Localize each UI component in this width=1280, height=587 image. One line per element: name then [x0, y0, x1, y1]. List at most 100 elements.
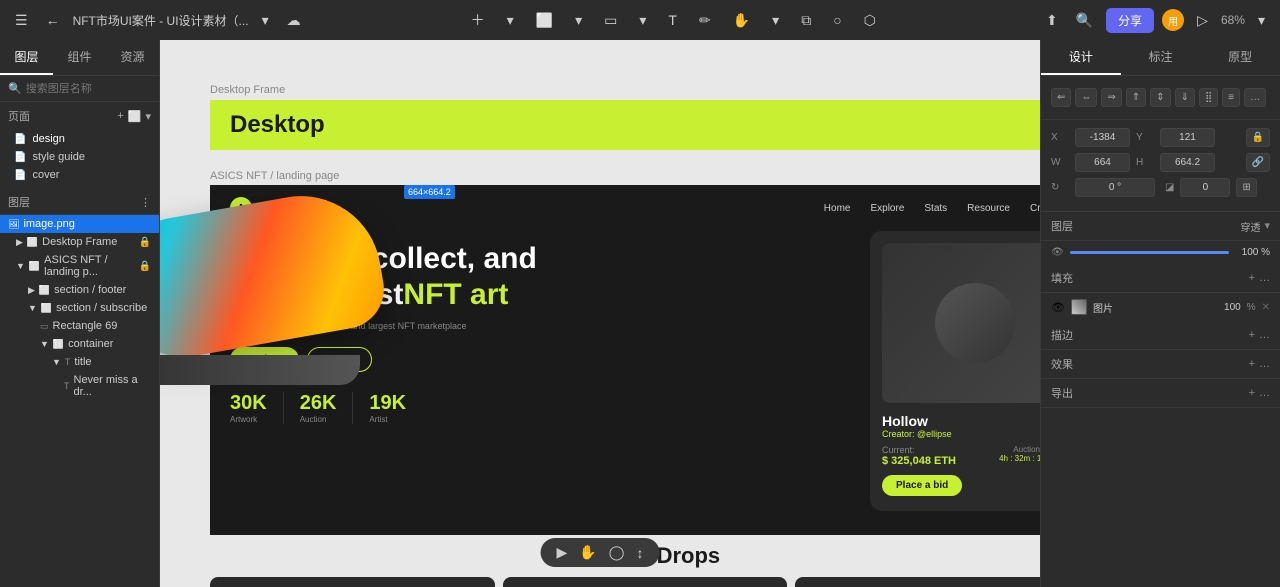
- avatar-icon[interactable]: 用: [1162, 9, 1184, 31]
- nav-resource[interactable]: Resource: [967, 203, 1010, 214]
- notable-card-1: Auction ends in: [210, 577, 495, 587]
- distribute-v-btn[interactable]: ≡: [1222, 88, 1240, 107]
- cursor-tool-btn[interactable]: ▶: [557, 544, 568, 561]
- corner-options-btn[interactable]: ⊞: [1236, 178, 1256, 197]
- nav-explore[interactable]: Explore: [870, 203, 904, 214]
- chevron-down-icon4[interactable]: ▾: [634, 9, 651, 32]
- layer-rect69[interactable]: ▭ Rectangle 69: [0, 317, 159, 335]
- pen-icon[interactable]: ✏: [694, 9, 716, 32]
- page-view-icon[interactable]: ⬜: [128, 110, 142, 123]
- circle-icon[interactable]: ○: [828, 9, 846, 31]
- layer-frame2-icon: ⬜: [29, 261, 40, 272]
- h-input[interactable]: [1160, 153, 1215, 172]
- align-center-btn[interactable]: ⇔: [1075, 88, 1097, 107]
- frame-icon[interactable]: ⬜: [531, 9, 558, 32]
- play-icon[interactable]: ▷: [1192, 9, 1213, 32]
- nav-home[interactable]: Home: [824, 203, 851, 214]
- layer-dropdown-icon[interactable]: ▾: [1264, 219, 1270, 234]
- layer-section-footer[interactable]: ▶ ⬜ section / footer: [0, 281, 159, 299]
- nft-auction-ends: Auction ends in 4h : 32m : 16s (left): [999, 445, 1040, 463]
- w-input[interactable]: [1075, 153, 1130, 172]
- zoom-chevron-icon[interactable]: ▾: [1253, 9, 1270, 32]
- layer-desktop-frame[interactable]: ▶ ⬜ Desktop Frame 🔒: [0, 233, 159, 251]
- tab-resources[interactable]: 资源: [106, 40, 159, 75]
- more-tool-btn[interactable]: ↕: [636, 545, 643, 561]
- border-options-icon[interactable]: …: [1259, 329, 1270, 341]
- export-options-icon[interactable]: …: [1259, 387, 1270, 399]
- h-label: H: [1136, 157, 1154, 168]
- layer-section-title: 图层: [1051, 218, 1073, 234]
- layer-never-miss[interactable]: T Never miss a dr...: [0, 371, 159, 401]
- hand-tool-btn[interactable]: ✋: [579, 544, 596, 561]
- page-cover[interactable]: 📄 cover: [8, 166, 151, 184]
- tab-design[interactable]: 设计: [1041, 40, 1121, 75]
- tab-prototype[interactable]: 原型: [1200, 40, 1280, 75]
- comment-tool-btn[interactable]: ◯: [609, 544, 625, 561]
- hand-icon[interactable]: ✋: [728, 9, 755, 32]
- nav-create[interactable]: Create: [1030, 203, 1040, 214]
- align-top-btn[interactable]: ⇑: [1126, 88, 1146, 107]
- pages-section: 页面 + ⬜ ▾ 📄 design 📄 style guide 📄 cover: [0, 102, 159, 190]
- align-bottom-btn[interactable]: ⇓: [1175, 88, 1195, 107]
- more-align-btn[interactable]: …: [1244, 88, 1266, 107]
- opacity-slider[interactable]: [1070, 251, 1229, 254]
- desktop-frame: Desktop: [210, 100, 1040, 150]
- rect-icon[interactable]: ▭: [599, 9, 622, 32]
- layer-asics-nft[interactable]: ▼ ⬜ ASICS NFT / landing p... 🔒: [0, 251, 159, 281]
- text-icon[interactable]: T: [663, 9, 682, 31]
- back-icon[interactable]: ←: [41, 9, 65, 31]
- page-design[interactable]: 📄 design: [8, 130, 151, 148]
- constraint-btn[interactable]: 🔒: [1246, 128, 1270, 147]
- layer-section-header: 图层 穿透 ▾: [1041, 212, 1280, 241]
- tab-layers[interactable]: 图层: [0, 40, 53, 75]
- border-title: 描边: [1051, 327, 1073, 343]
- size-badge-overlay: 664×664.2: [404, 185, 455, 199]
- layer-search-input[interactable]: [26, 83, 168, 95]
- add-page-icon[interactable]: +: [117, 110, 123, 123]
- share-icon[interactable]: ⬆: [1041, 9, 1063, 32]
- nav-stats[interactable]: Stats: [924, 203, 947, 214]
- layers-options-icon[interactable]: ⋮: [140, 196, 151, 209]
- tab-annotation[interactable]: 标注: [1121, 40, 1201, 75]
- rotation-input[interactable]: [1075, 178, 1155, 197]
- fill-color-preview[interactable]: [1071, 299, 1087, 315]
- layer-section-subscribe[interactable]: ▼ ⬜ section / subscribe: [0, 299, 159, 317]
- align-middle-btn[interactable]: ⇕: [1150, 88, 1170, 107]
- corner-input[interactable]: [1180, 178, 1230, 197]
- y-input[interactable]: 121: [1160, 128, 1215, 147]
- align-left-btn[interactable]: ⇐: [1051, 88, 1071, 107]
- page-style-guide[interactable]: 📄 style guide: [8, 148, 151, 166]
- more-icon[interactable]: ⬡: [859, 9, 881, 32]
- fill-eye-icon[interactable]: 👁: [1051, 301, 1065, 314]
- share-button[interactable]: 分享: [1106, 8, 1154, 33]
- bid-button[interactable]: Place a bid: [882, 475, 962, 496]
- chevron-down-icon2[interactable]: ▾: [502, 9, 519, 32]
- auction-ends-label: Auction ends in: [999, 445, 1040, 454]
- layer-image-png[interactable]: 🖼 image.png: [0, 215, 159, 233]
- layer-label-8: Never miss a dr...: [74, 374, 152, 398]
- chevron-down-icon5[interactable]: ▾: [767, 9, 784, 32]
- effect-options-icon[interactable]: …: [1259, 358, 1270, 370]
- page-chevron-icon[interactable]: ▾: [145, 110, 151, 123]
- effect-add-icon[interactable]: +: [1249, 358, 1255, 370]
- layer-title[interactable]: ▼ T title: [0, 353, 159, 371]
- export-add-icon[interactable]: +: [1249, 387, 1255, 399]
- fill-options-icon[interactable]: …: [1259, 272, 1270, 284]
- add-icon[interactable]: ＋: [466, 7, 490, 33]
- align-right-btn[interactable]: ⇒: [1101, 88, 1121, 107]
- ratio-lock-btn[interactable]: 🔗: [1246, 153, 1270, 172]
- layer-container[interactable]: ▼ ⬜ container: [0, 335, 159, 353]
- distribute-h-btn[interactable]: ⣿: [1199, 88, 1218, 107]
- fill-delete-icon[interactable]: ✕: [1262, 302, 1270, 313]
- chevron-down-icon3[interactable]: ▾: [570, 9, 587, 32]
- canvas-area[interactable]: Desktop Frame Desktop ASICS NFT / landin…: [160, 40, 1040, 587]
- chevron-down-icon[interactable]: ▾: [257, 9, 274, 32]
- fill-add-icon[interactable]: +: [1249, 272, 1255, 284]
- search2-icon[interactable]: 🔍: [1071, 9, 1098, 32]
- fill-actions: + …: [1249, 272, 1270, 284]
- menu-icon[interactable]: ☰: [10, 9, 33, 32]
- tab-components[interactable]: 组件: [53, 40, 106, 75]
- border-add-icon[interactable]: +: [1249, 329, 1255, 341]
- component-icon[interactable]: ⧉: [796, 9, 816, 32]
- x-input[interactable]: -1384: [1075, 128, 1130, 147]
